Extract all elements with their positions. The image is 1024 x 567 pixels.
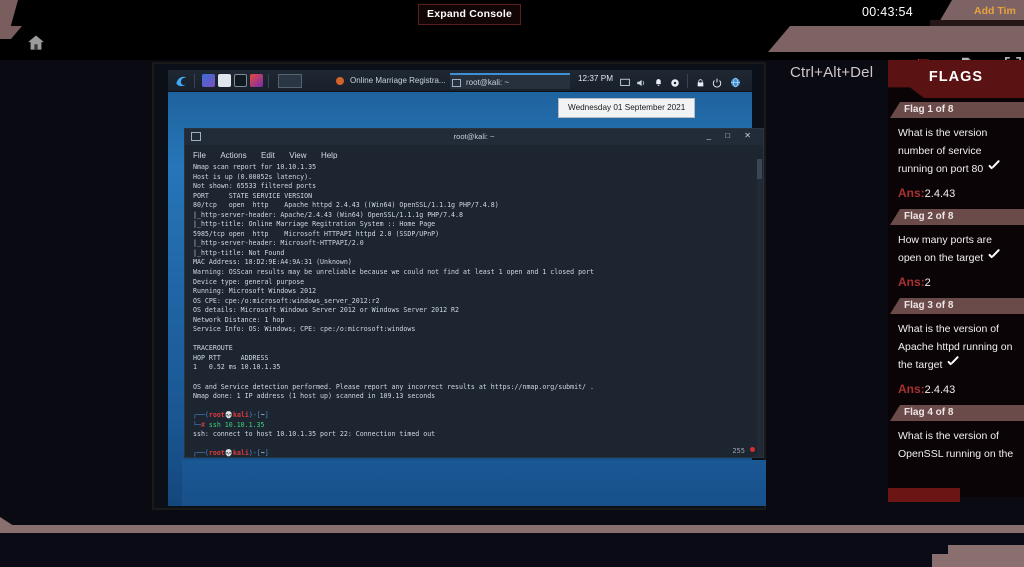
terminal-menubar[interactable]: File Actions Edit View Help: [185, 145, 763, 160]
flag-question-line: What is the version: [898, 127, 988, 139]
quick-icon-terminal[interactable]: [202, 74, 215, 87]
terminal-icon: [452, 79, 461, 87]
quick-icon-firefox[interactable]: [250, 74, 263, 87]
flag-question-line: open on the target: [898, 249, 1016, 267]
taskbar-clock[interactable]: 12:37 PM: [578, 74, 613, 83]
taskbar-window-browser-label: Online Marriage Registra...: [350, 76, 446, 85]
quick-icon-files[interactable]: [218, 74, 231, 87]
flags-list[interactable]: Flag 1 of 8 What is the version number of …: [888, 102, 1024, 497]
bottom-right-accent-1: [948, 545, 1024, 554]
kali-dragon-icon[interactable]: [174, 74, 188, 88]
flag-header-label: Flag 1 of 8: [904, 104, 954, 115]
exit-code: 255: [732, 447, 745, 455]
platform-control-bar: Ctrl+Alt+Del: [0, 26, 1024, 81]
taskbar-window-browser[interactable]: Online Marriage Registra...: [334, 73, 446, 89]
flag-question-line: What is the version of: [898, 430, 999, 442]
flag-answer-label: Ans:: [898, 186, 925, 200]
add-time-label: Add Tim: [974, 5, 1016, 17]
flag-card[interactable]: Flag 4 of 8 What is the version of OpenSSL…: [888, 405, 1024, 475]
flag-answer-value: 2.4.43: [924, 384, 956, 396]
flag-question-line: the target: [898, 356, 1016, 374]
taskbar-separator: [194, 74, 195, 88]
flag-header: Flag 4 of 8: [890, 405, 1024, 421]
terminal-window[interactable]: root@kali: ~ _ □ ✕ File Actions Edit Vie…: [184, 128, 764, 458]
volume-icon[interactable]: [636, 75, 646, 93]
flags-panel-title: FLAGS: [928, 69, 984, 85]
network-icon[interactable]: [730, 75, 741, 93]
flag-answer: Ans:2.4.43: [888, 180, 1024, 209]
flag-answer-value: 2.4.43: [924, 188, 956, 200]
ctrl-alt-del-button[interactable]: [768, 26, 1024, 52]
flag-question-line: Apache httpd running on: [898, 341, 1013, 353]
taskbar-window-terminal-label: root@kali: ~: [466, 78, 510, 87]
flag-answer: Ans:2.4.43: [888, 376, 1024, 405]
flag-answer-label: Ans:: [898, 382, 925, 396]
flag-header: Flag 1 of 8: [890, 102, 1024, 118]
flag-answer-value: 2: [924, 277, 931, 289]
taskbar-separator-2: [268, 74, 269, 88]
bottom-strip: [0, 525, 1024, 533]
flags-panel-bottom-accent: [888, 488, 960, 502]
updates-icon[interactable]: [670, 75, 680, 93]
terminal-body[interactable]: Nmap scan report for 10.10.1.35 Host is …: [185, 159, 763, 457]
flag-question-line: What is the version of: [898, 323, 999, 335]
screen-root: Expand Console 00:43:54 Add Tim Ctrl+Alt…: [0, 0, 1024, 567]
exit-status-dot: [750, 447, 755, 452]
date-tooltip: Wednesday 01 September 2021: [558, 98, 696, 118]
desktop-bottom-area: [182, 460, 766, 506]
control-bar-left-wedge: [0, 26, 22, 39]
flag-question: How many ports are open on the target: [888, 225, 1024, 269]
flag-header-label: Flag 2 of 8: [904, 211, 954, 222]
flag-card[interactable]: Flag 3 of 8 What is the version of Apache …: [888, 298, 1024, 405]
flag-question: What is the version of Apache httpd runni…: [888, 314, 1024, 376]
bottom-panel: [0, 533, 1024, 567]
flag-card[interactable]: Flag 2 of 8 How many ports are open on the…: [888, 209, 1024, 298]
quick-icon-console[interactable]: [234, 74, 247, 87]
display-icon[interactable]: [620, 75, 630, 93]
platform-top-bar: Expand Console 00:43:54 Add Tim: [0, 0, 1024, 26]
kali-taskbar[interactable]: Online Marriage Registra... root@kali: ~…: [168, 70, 752, 92]
check-icon: [946, 358, 960, 369]
notification-bell-icon[interactable]: [654, 75, 663, 93]
flag-question-line: How many ports are: [898, 234, 992, 246]
flag-header: Flag 2 of 8: [890, 209, 1024, 225]
session-timer: 00:43:54: [862, 5, 914, 19]
nmap-output: Nmap scan report for 10.10.1.35 Host is …: [193, 163, 594, 401]
tray-separator: [687, 74, 688, 88]
terminal-title: root@kali: ~: [453, 132, 495, 141]
flag-header: Flag 3 of 8: [890, 298, 1024, 314]
bottom-right-accent-2: [932, 554, 1024, 567]
firefox-icon: [336, 77, 344, 85]
flag-question: What is the version of OpenSSL running on…: [888, 421, 1024, 465]
power-icon[interactable]: [712, 75, 722, 93]
terminal-scrollbar[interactable]: [757, 159, 762, 457]
flags-panel: FLAGS Flag 1 of 8 What is the version numb…: [888, 60, 1024, 497]
flag-question: What is the version number of service runn…: [888, 118, 1024, 180]
ctrl-alt-del-label: Ctrl+Alt+Del: [790, 64, 874, 81]
top-bar-left-wedge: [0, 0, 18, 26]
kali-desktop: Online Marriage Registra... root@kali: ~…: [168, 70, 766, 506]
vm-screen[interactable]: Online Marriage Registra... root@kali: ~…: [152, 62, 766, 510]
flag-question-line: running on port 80: [898, 160, 1016, 178]
flag-answer-label: Ans:: [898, 275, 925, 289]
flag-card[interactable]: Flag 1 of 8 What is the version number of …: [888, 102, 1024, 209]
flag-question-line: OpenSSL running on the: [898, 448, 1014, 460]
taskbar-window-terminal[interactable]: root@kali: ~: [450, 73, 570, 89]
check-icon: [987, 251, 1001, 262]
flag-question-line: number of service: [898, 145, 982, 157]
lock-icon[interactable]: [696, 75, 705, 93]
terminal-window-buttons[interactable]: _ □ ✕: [707, 131, 757, 140]
flag-header-label: Flag 4 of 8: [904, 407, 954, 418]
shell-session: ┌──(root💀kali)-[~] └─# ssh 10.10.1.35 ss…: [193, 402, 763, 457]
terminal-exit-status: 255: [732, 447, 755, 455]
check-icon: [987, 162, 1001, 173]
home-icon[interactable]: [26, 33, 46, 53]
workspace-switcher[interactable]: [278, 74, 302, 88]
flag-answer: Ans:2: [888, 269, 1024, 298]
terminal-titlebar[interactable]: root@kali: ~ _ □ ✕: [185, 129, 763, 145]
expand-console-button[interactable]: Expand Console: [418, 4, 522, 25]
flag-header-label: Flag 3 of 8: [904, 300, 954, 311]
